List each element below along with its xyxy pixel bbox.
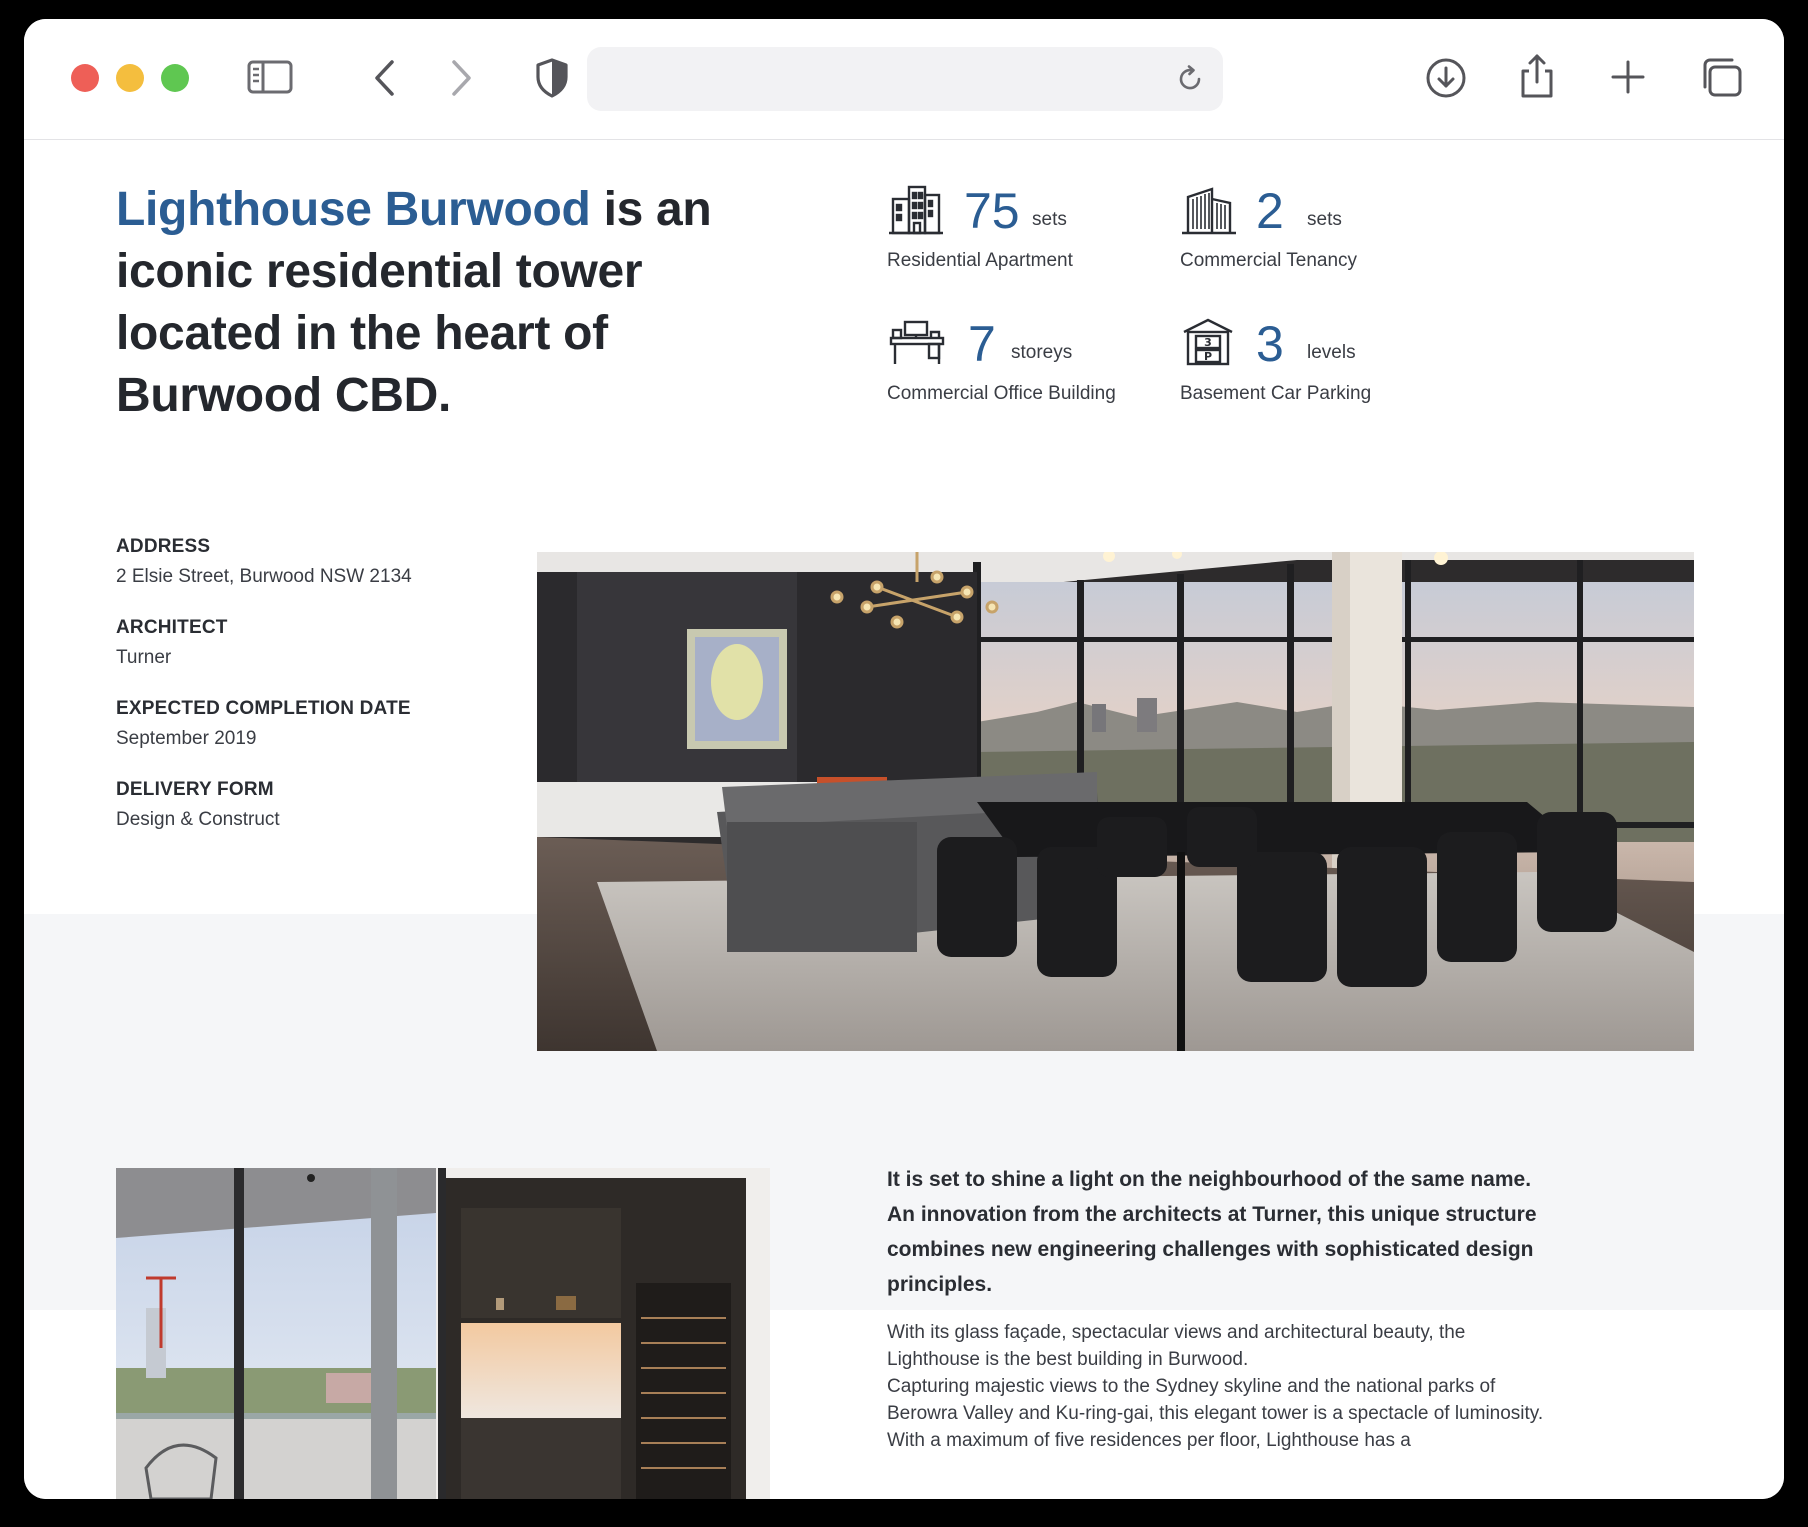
minimize-window-button[interactable]	[116, 64, 144, 92]
svg-text:3: 3	[1204, 336, 1212, 349]
commercial-building-icon	[1182, 183, 1236, 240]
apartment-building-icon	[889, 183, 943, 240]
stat-label: Basement Car Parking	[1180, 383, 1372, 404]
body-paragraph-1: With its glass façade, spectacular views…	[887, 1322, 1466, 1370]
stat-label: Commercial Tenancy	[1180, 250, 1358, 271]
close-window-button[interactable]	[71, 64, 99, 92]
shield-icon[interactable]	[534, 57, 570, 99]
sidebar-icon[interactable]	[247, 59, 293, 95]
svg-text:P: P	[1204, 350, 1212, 363]
detail-key: EXPECTED COMPLETION DATE	[116, 698, 411, 719]
interior-photo-living-room	[537, 552, 1694, 1051]
stat-office: 7 storeys Commercial Office Building	[887, 316, 1167, 406]
body-paragraph-2: Capturing majestic views to the Sydney s…	[887, 1376, 1544, 1451]
detail-value: Design & Construct	[116, 809, 280, 830]
tabs-overview-icon[interactable]	[1700, 57, 1744, 99]
stat-commercial-tenancy: 2 sets Commercial Tenancy	[1180, 183, 1440, 273]
stat-parking: 3 P 3 levels Basement Car Parking	[1180, 316, 1440, 406]
detail-key: DELIVERY FORM	[116, 779, 274, 800]
browser-window: Lighthouse Burwood is an iconic resident…	[24, 19, 1784, 1499]
stat-unit: sets	[1032, 209, 1067, 230]
browser-toolbar	[24, 19, 1784, 140]
parking-icon: 3 P	[1182, 316, 1234, 373]
stat-value: 2	[1256, 183, 1284, 239]
stat-value: 3	[1256, 316, 1284, 372]
address-bar[interactable]	[587, 47, 1223, 111]
interior-photo-bar	[116, 1168, 770, 1499]
office-desk-icon	[889, 316, 945, 371]
stat-value: 75	[964, 183, 1020, 239]
project-details: ADDRESS 2 Elsie Street, Burwood NSW 2134…	[116, 536, 412, 860]
detail-key: ADDRESS	[116, 536, 211, 557]
stat-unit: storeys	[1011, 342, 1073, 363]
project-name: Lighthouse Burwood	[116, 183, 591, 236]
stat-label: Commercial Office Building	[887, 383, 1116, 404]
detail-key: ARCHITECT	[116, 617, 228, 638]
stat-unit: levels	[1307, 342, 1356, 363]
stat-unit: sets	[1307, 209, 1342, 230]
page-title: Lighthouse Burwood is an iconic resident…	[116, 179, 736, 427]
new-tab-icon[interactable]	[1610, 59, 1646, 95]
share-icon[interactable]	[1517, 52, 1557, 100]
stat-label: Residential Apartment	[887, 250, 1073, 271]
zoom-window-button[interactable]	[161, 64, 189, 92]
back-icon[interactable]	[372, 59, 398, 97]
stat-value: 7	[968, 316, 996, 372]
download-icon[interactable]	[1424, 56, 1468, 100]
stat-residential: 75 sets Residential Apartment	[887, 183, 1147, 273]
detail-value: Turner	[116, 647, 172, 668]
detail-value: September 2019	[116, 728, 257, 749]
reload-icon[interactable]	[1175, 64, 1205, 94]
page-content: Lighthouse Burwood is an iconic resident…	[24, 141, 1784, 1499]
forward-icon[interactable]	[448, 59, 474, 97]
detail-value: 2 Elsie Street, Burwood NSW 2134	[116, 566, 412, 587]
intro-lead: It is set to shine a light on the neighb…	[887, 1168, 1537, 1296]
